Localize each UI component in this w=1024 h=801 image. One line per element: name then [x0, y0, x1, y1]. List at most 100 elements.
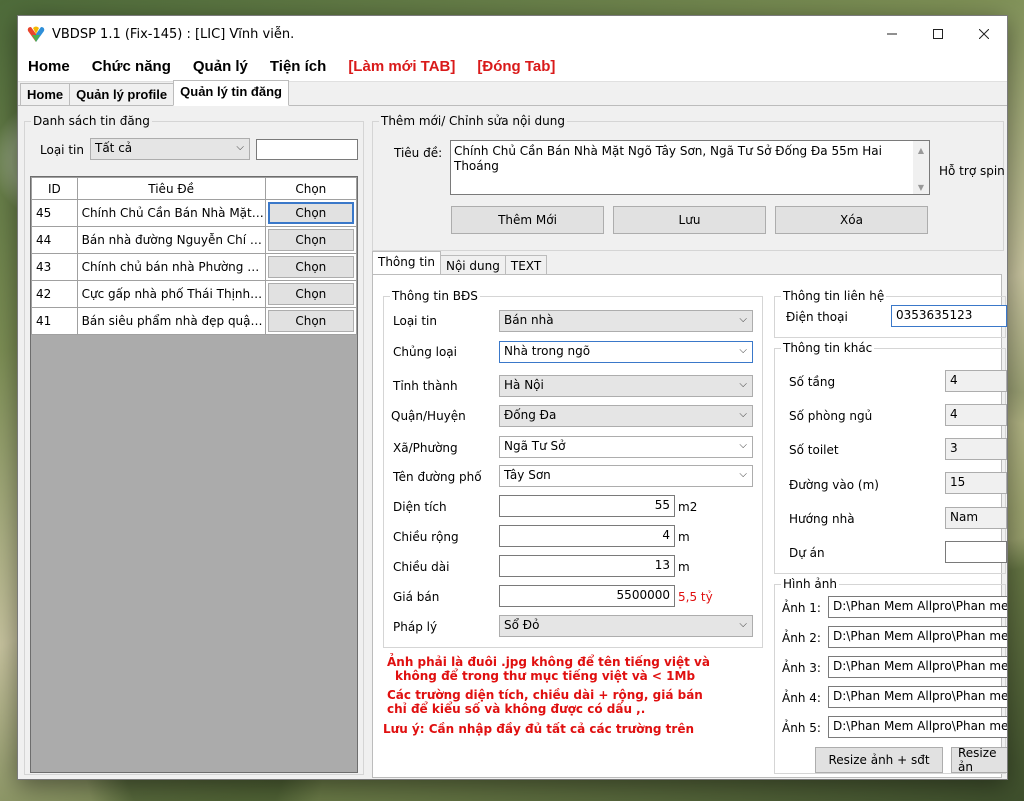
app-logo-icon	[27, 26, 45, 42]
bedrooms-input[interactable]: 4	[945, 404, 1007, 426]
title-bar: VBDSP 1.1 (Fix-145) : [LIC] Vĩnh viễn.	[18, 16, 1007, 52]
textarea-scrollbar[interactable]: ▲ ▼	[913, 141, 929, 194]
toilets-label: Số toilet	[789, 443, 839, 457]
province-value: Hà Nội	[504, 378, 544, 392]
title-text-value: Chính Chủ Cần Bán Nhà Mặt Ngõ Tây Sơn, N…	[454, 144, 882, 173]
row-id: 41	[31, 307, 78, 335]
ward-label: Xã/Phường	[393, 441, 458, 455]
scroll-up-icon: ▲	[917, 146, 925, 155]
image-1-label: Ảnh 1:	[782, 601, 821, 615]
select-row-button[interactable]: Chọn	[267, 202, 354, 224]
chevron-down-icon: ⌵	[739, 379, 747, 390]
image-5-label: Ảnh 5:	[782, 721, 821, 735]
phone-label: Điện thoại	[786, 310, 848, 324]
price-input[interactable]: 5500000	[499, 585, 675, 607]
note-line-4: chỉ để kiểu số và không được có dấu ,.	[387, 702, 646, 716]
table-row[interactable]: 44 Bán nhà đường Nguyễn Chí T... Chọn	[31, 226, 358, 254]
tab-info[interactable]: Thông tin	[372, 251, 441, 276]
image-4-path-input[interactable]: D:\Phan Mem Allpro\Phan mem	[828, 686, 1007, 708]
resize-image-phone-button[interactable]: Resize ảnh + sđt	[815, 747, 943, 773]
image-2-path-input[interactable]: D:\Phan Mem Allpro\Phan mem	[828, 626, 1007, 648]
tab-listing-manager[interactable]: Quản lý tin đăng	[173, 80, 289, 106]
area-input[interactable]: 55	[499, 495, 675, 517]
row-title: Cực gấp nhà phố Thái Thịnh t...	[76, 280, 266, 308]
price-hint: 5,5 tỷ	[678, 590, 713, 604]
price-label: Giá bán	[393, 590, 440, 604]
image-3-path-input[interactable]: D:\Phan Mem Allpro\Phan mem	[828, 656, 1007, 678]
listing-type-label: Loại tin	[393, 314, 437, 328]
tab-text[interactable]: TEXT	[504, 255, 548, 276]
contact-group-title: Thông tin liên hệ	[781, 289, 887, 303]
legal-label: Pháp lý	[393, 620, 438, 634]
row-title: Chính chủ bán nhà Phường Lá...	[76, 253, 266, 281]
main-tabstrip: Home Quản lý profile Quản lý tin đăng	[18, 80, 1007, 106]
menu-refresh-tab[interactable]: [Làm mới TAB]	[348, 58, 455, 75]
save-button[interactable]: Lưu	[613, 206, 766, 234]
select-row-button[interactable]: Chọn	[267, 310, 354, 332]
width-input[interactable]: 4	[499, 525, 675, 547]
legal-select[interactable]: Sổ Đỏ ⌵	[499, 615, 753, 637]
street-select[interactable]: Tây Sơn ⌵	[499, 465, 753, 487]
length-input[interactable]: 13	[499, 555, 675, 577]
listing-type-select[interactable]: Bán nhà ⌵	[499, 310, 753, 332]
resize-image-button[interactable]: Resize ản	[951, 747, 1007, 773]
table-row[interactable]: 42 Cực gấp nhà phố Thái Thịnh t... Chọn	[31, 280, 358, 308]
category-label: Chủng loại	[393, 345, 457, 359]
road-width-label: Đường vào (m)	[789, 478, 879, 492]
project-input[interactable]	[945, 541, 1007, 563]
table-row[interactable]: 43 Chính chủ bán nhà Phường Lá... Chọn	[31, 253, 358, 281]
table-row[interactable]: 45 Chính Chủ Cần Bán Nhà Mặt ... Chọn	[31, 199, 358, 227]
close-button[interactable]	[961, 16, 1007, 52]
title-textarea[interactable]: Chính Chủ Cần Bán Nhà Mặt Ngõ Tây Sơn, N…	[450, 140, 930, 195]
menu-home[interactable]: Home	[28, 58, 70, 75]
menu-functions[interactable]: Chức năng	[92, 58, 171, 75]
select-row-button[interactable]: Chọn	[267, 256, 354, 278]
filter-search-input[interactable]	[256, 139, 358, 160]
detail-tabstrip: Thông tin Nội dung TEXT	[372, 251, 548, 276]
category-select[interactable]: Nhà trong ngõ ⌵	[499, 341, 753, 363]
province-select[interactable]: Hà Nội ⌵	[499, 375, 753, 397]
col-title-header: Tiêu Đề	[76, 177, 266, 200]
delete-button[interactable]: Xóa	[775, 206, 928, 234]
toilets-input[interactable]: 3	[945, 438, 1007, 460]
phone-input[interactable]: 0353635123	[891, 305, 1007, 327]
chevron-down-icon: ⌵	[739, 469, 747, 480]
maximize-button[interactable]	[915, 16, 961, 52]
area-label: Diện tích	[393, 500, 447, 514]
row-title: Bán siêu phẩm nhà đẹp quận ...	[76, 307, 266, 335]
row-id: 42	[31, 280, 78, 308]
district-select[interactable]: Đống Đa ⌵	[499, 405, 753, 427]
tab-home[interactable]: Home	[20, 83, 71, 105]
road-width-input[interactable]: 15	[945, 472, 1007, 494]
add-new-button[interactable]: Thêm Mới	[451, 206, 604, 234]
direction-input[interactable]: Nam	[945, 507, 1007, 529]
image-5-path-input[interactable]: D:\Phan Mem Allpro\Phan mem	[828, 716, 1007, 738]
filter-type-select[interactable]: Tất cả ⌵	[90, 138, 250, 160]
menu-close-tab[interactable]: [Đóng Tab]	[477, 58, 555, 75]
district-value: Đống Đa	[504, 408, 557, 422]
listings-grid: ID Tiêu Đề Chọn 45 Chính Chủ Cần Bán Nhà…	[30, 176, 358, 773]
image-2-label: Ảnh 2:	[782, 631, 821, 645]
image-1-path-input[interactable]: D:\Phan Mem Allpro\Phan mem	[828, 596, 1007, 618]
menu-utilities[interactable]: Tiện ích	[270, 58, 326, 75]
tab-profile-manager[interactable]: Quản lý profile	[69, 83, 175, 105]
minimize-icon	[887, 33, 897, 35]
street-value: Tây Sơn	[504, 468, 551, 482]
select-row-button[interactable]: Chọn	[267, 229, 354, 251]
legal-value: Sổ Đỏ	[504, 618, 540, 632]
ward-select[interactable]: Ngã Tư Sở ⌵	[499, 436, 753, 458]
spin-support-label: Hỗ trợ spin	[939, 164, 1005, 178]
listings-group-title: Danh sách tin đăng	[31, 114, 152, 128]
table-row[interactable]: 41 Bán siêu phẩm nhà đẹp quận ... Chọn	[31, 307, 358, 335]
tab-content[interactable]: Nội dung	[439, 255, 506, 276]
menu-manage[interactable]: Quản lý	[193, 58, 248, 75]
chevron-down-icon: ⌵	[739, 440, 747, 451]
chevron-down-icon: ⌵	[739, 409, 747, 420]
select-row-button[interactable]: Chọn	[267, 283, 354, 305]
note-line-2: không để trong thư mục tiếng việt và < 1…	[395, 669, 696, 683]
floors-input[interactable]: 4	[945, 370, 1007, 392]
chevron-down-icon: ⌵	[236, 142, 244, 153]
images-group-title: Hình ảnh	[781, 577, 839, 591]
minimize-button[interactable]	[869, 16, 915, 52]
filter-type-label: Loại tin	[40, 143, 84, 157]
